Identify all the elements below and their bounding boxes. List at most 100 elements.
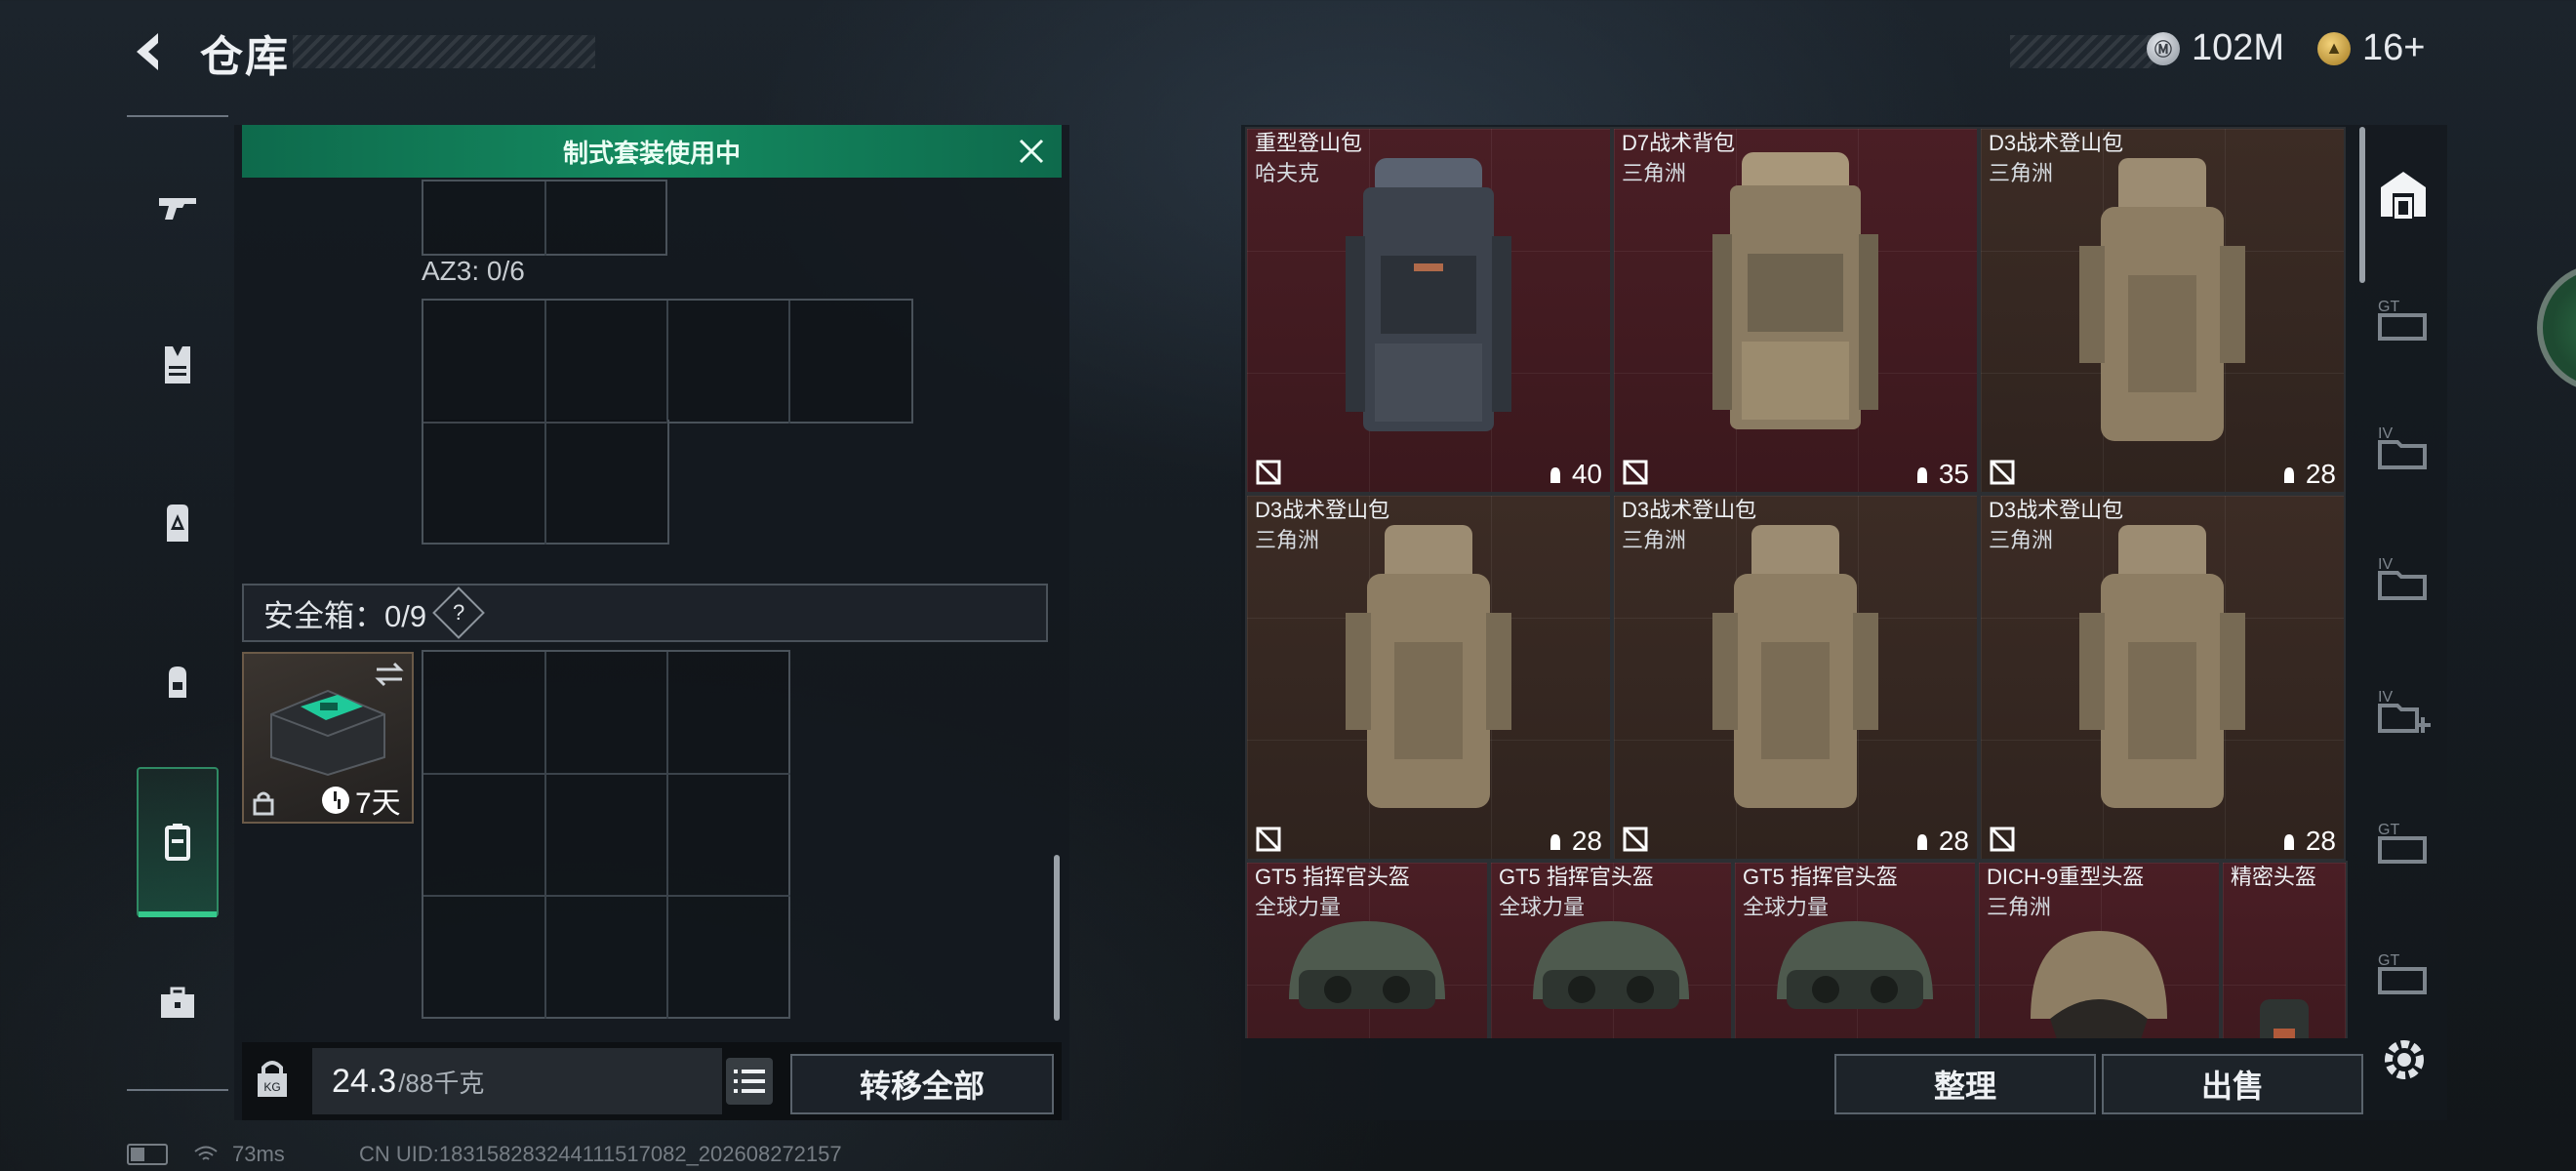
- warehouse-scrollbar[interactable]: [2359, 127, 2365, 283]
- title-decoration: [293, 35, 595, 68]
- grid-line: [544, 182, 546, 256]
- rnav-tab-2[interactable]: IV: [2367, 410, 2439, 482]
- item-durability-value: 28: [1938, 826, 1969, 856]
- item-faction: 全球力量: [1255, 895, 1342, 919]
- nav-backpack[interactable]: [137, 640, 219, 722]
- item-durability-value: 35: [1938, 459, 1969, 489]
- currency-triangle-value: 16+: [2362, 27, 2426, 68]
- svg-text:GT: GT: [2378, 822, 2399, 838]
- weight-current: 24.3: [332, 1062, 397, 1100]
- swap-icon[interactable]: [375, 662, 404, 687]
- storage-tab-icon: GT: [2378, 952, 2427, 994]
- nav-weapon[interactable]: [137, 166, 219, 248]
- nav-vest[interactable]: [137, 324, 219, 406]
- warehouse-item[interactable]: 重型登山包 哈夫克 40: [1245, 127, 1612, 494]
- close-icon[interactable]: [1015, 135, 1048, 168]
- nav-briefcase[interactable]: [137, 962, 219, 1044]
- item-durability-value: 28: [1571, 826, 1602, 856]
- sort-button[interactable]: 整理: [1834, 1054, 2096, 1114]
- chat-icon[interactable]: [2537, 263, 2576, 392]
- warehouse-item[interactable]: GT5 指挥官头盔 全球力量: [1489, 861, 1733, 1038]
- vest-icon: [165, 346, 190, 384]
- backpack-image: [1346, 158, 1511, 431]
- item-name: GT5 指挥官头盔: [1255, 865, 1410, 889]
- item-name: D3战术登山包: [1622, 498, 1757, 522]
- item-name: D3战术登山包: [1989, 498, 2124, 522]
- help-icon[interactable]: ?: [432, 586, 485, 639]
- no-insure-icon: [1256, 827, 1281, 852]
- az3-grid-top-row[interactable]: [422, 299, 913, 424]
- warehouse-item[interactable]: D3战术登山包 三角洲 28: [1979, 127, 2346, 494]
- folder-tab-icon: IV: [2378, 425, 2427, 469]
- item-durability: 28: [2278, 459, 2336, 490]
- item-faction: 三角洲: [1989, 528, 2054, 552]
- warehouse-item[interactable]: GT5 指挥官头盔 全球力量: [1733, 861, 1977, 1038]
- expiry-time-text: 7天: [355, 787, 401, 820]
- help-icon-text: ?: [452, 600, 465, 625]
- storage-tab-icon: GT: [2378, 299, 2427, 341]
- helmet-image: [2260, 999, 2309, 1038]
- nav-divider-bottom: [127, 1089, 228, 1091]
- safe-box-header: 安全箱：0/9 ?: [242, 584, 1048, 642]
- item-name: GT5 指挥官头盔: [1743, 865, 1898, 889]
- no-insure-icon: [1623, 460, 1648, 485]
- nav-container[interactable]: [137, 767, 219, 917]
- safe-case-icon: [270, 689, 385, 777]
- az3-grid-bottom-row[interactable]: [422, 420, 669, 545]
- nav-backpack-a[interactable]: [137, 482, 219, 564]
- triangle-coin-icon: ▲: [2317, 31, 2351, 65]
- item-faction: 全球力量: [1743, 895, 1830, 919]
- item-durability: 28: [2278, 826, 2336, 857]
- warehouse-item[interactable]: GT5 指挥官头盔 全球力量: [1245, 861, 1489, 1038]
- warehouse-item[interactable]: D3战术登山包 三角洲 28: [1245, 494, 1612, 861]
- container-grid-top: [422, 180, 667, 256]
- backpack-icon: [169, 666, 186, 698]
- rnav-tab-6[interactable]: GT: [2367, 937, 2439, 1009]
- loadout-scrollbar[interactable]: [1054, 855, 1060, 1021]
- currency-silver[interactable]: Ⓜ 102M: [2147, 27, 2284, 69]
- helmet-image: [1289, 921, 1445, 1009]
- item-name: D7战术背包: [1622, 131, 1736, 155]
- folder-add-icon: IV: [2378, 689, 2431, 733]
- storage-tab-icon: GT: [2378, 822, 2427, 864]
- helmet-image: [1533, 921, 1689, 1009]
- backpack-image: [1346, 525, 1511, 808]
- warehouse-item[interactable]: DICH-9重型头盔 三角洲: [1977, 861, 2221, 1038]
- clock-icon: [322, 787, 349, 814]
- item-name: DICH-9重型头盔: [1987, 865, 2145, 889]
- rnav-tab-5[interactable]: GT: [2367, 806, 2439, 878]
- container-icon: [165, 824, 190, 861]
- warehouse-item[interactable]: D3战术登山包 三角洲 28: [1612, 494, 1979, 861]
- safe-case-item[interactable]: 7天: [242, 652, 414, 824]
- weight-lock-icon[interactable]: KG: [252, 1056, 293, 1103]
- ping-value: 73ms: [232, 1142, 285, 1166]
- sell-button[interactable]: 出售: [2102, 1054, 2363, 1114]
- weight-display: 24.3 /88千克: [312, 1048, 722, 1114]
- item-durability-value: 40: [1571, 459, 1602, 489]
- page-title: 仓库: [200, 33, 290, 81]
- gear-icon[interactable]: [2377, 1032, 2432, 1087]
- grid-line: [544, 301, 546, 424]
- wifi-icon: [194, 1146, 218, 1160]
- warehouse-item[interactable]: D3战术登山包 三角洲 28: [1979, 494, 2346, 861]
- durability-icon: [2283, 467, 2294, 483]
- warehouse-item[interactable]: D7战术背包 三角洲 35: [1612, 127, 1979, 494]
- rnav-tab-1[interactable]: GT: [2367, 283, 2439, 355]
- warehouse-item[interactable]: 精密头盔: [2221, 861, 2348, 1038]
- rnav-tab-3[interactable]: IV: [2367, 541, 2439, 613]
- battery-icon: [127, 1144, 168, 1165]
- weight-max: /88千克: [398, 1068, 485, 1098]
- grid-line: [666, 652, 668, 1019]
- backpack-a-icon: [167, 505, 188, 542]
- safe-box-grid[interactable]: [422, 650, 790, 1019]
- list-view-button[interactable]: [726, 1058, 773, 1105]
- rnav-tab-4[interactable]: IV: [2367, 673, 2439, 746]
- helmet-image: [1777, 921, 1933, 1009]
- rnav-all-items[interactable]: [2367, 158, 2439, 230]
- currency-triangle[interactable]: ▲ 16+: [2317, 27, 2425, 69]
- transfer-all-button[interactable]: 转移全部: [790, 1054, 1054, 1114]
- durability-icon: [2283, 834, 2294, 850]
- folder-tab-icon: IV: [2378, 556, 2427, 600]
- back-icon[interactable]: [125, 27, 174, 76]
- backpack-image: [1712, 152, 1878, 429]
